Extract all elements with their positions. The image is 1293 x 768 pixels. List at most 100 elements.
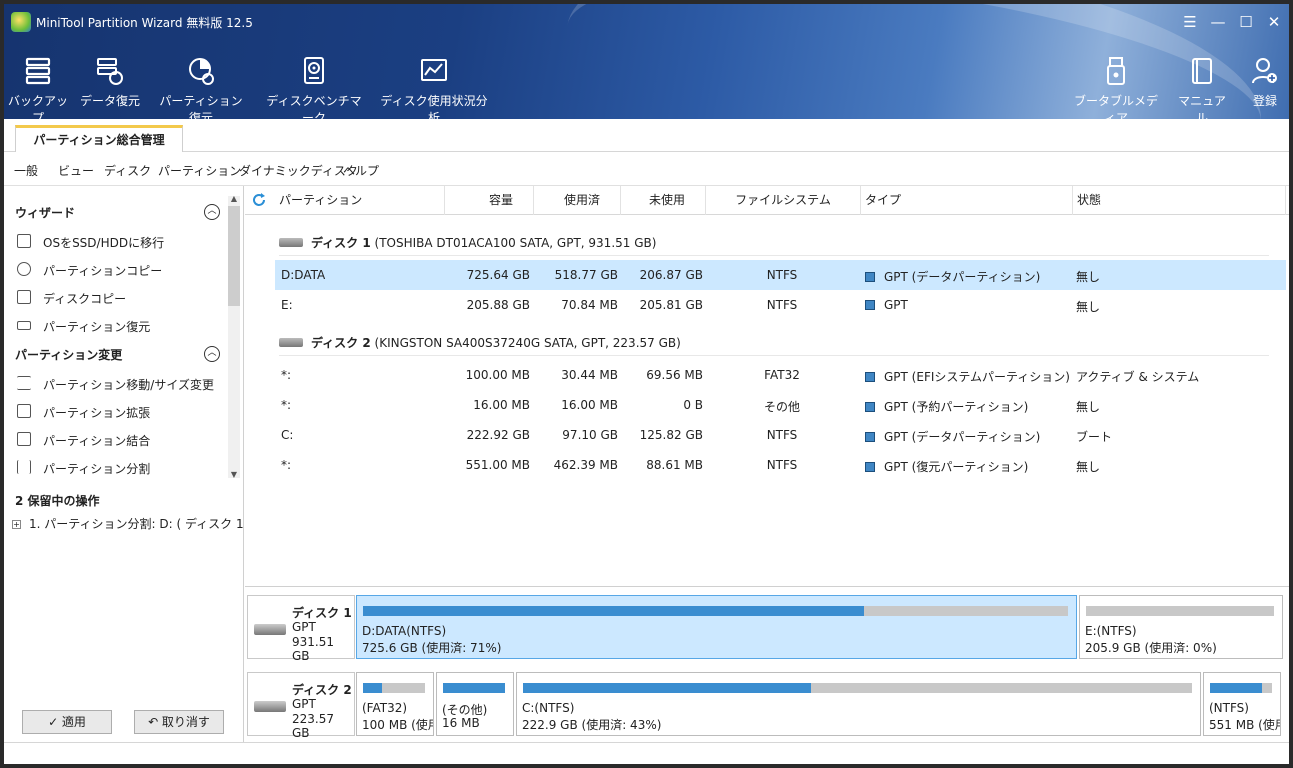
undo-button[interactable]: ↶ 取り消す [134,710,224,734]
usage-bar [1210,683,1272,693]
partition-block[interactable]: (NTFS) 551 MB (使用 [1203,672,1281,736]
usage-bar [523,683,1192,693]
tab-partition-management[interactable]: パーティション総合管理 [15,125,183,153]
menu-general[interactable]: 一般 [14,162,38,179]
table-row[interactable]: C: 222.92 GB 97.10 GB 125.82 GB NTFS GPT… [275,420,1286,450]
table-row[interactable]: E: 205.88 GB 70.84 MB 205.81 GB NTFS GPT… [275,290,1286,320]
header-used[interactable]: 使用済 [534,186,621,215]
disk-benchmark-icon [300,56,328,86]
header-type[interactable]: タイプ [861,186,1073,215]
menu-disk[interactable]: ディスク [104,162,151,179]
partition-block[interactable]: E:(NTFS) 205.9 GB (使用済: 0%) [1079,595,1283,659]
menu-dynamic-disk[interactable]: ダイナミックディスク [239,162,358,179]
bootable-media-button[interactable]: ブータブルメディア [1072,56,1160,126]
book-icon [1188,56,1216,86]
partition-type-icon [865,432,875,442]
hard-disk-icon [254,701,286,712]
header-status[interactable]: 状態 [1073,186,1286,215]
hard-disk-icon [279,238,303,247]
usage-bar [363,683,425,693]
usage-bar [1086,606,1274,616]
move-resize-icon [17,376,31,390]
partition-table: パーティション 容量 使用済 未使用 ファイルシステム タイプ 状態 ディスク … [245,186,1289,586]
usage-bar [443,683,505,693]
disk-map-disk-1[interactable]: ディスク 1 GPT 931.51 GB [247,595,355,663]
disk-map-disk-2[interactable]: ディスク 2 GPT 223.57 GB [247,672,355,740]
wizard-section-title: ウィザード [15,206,76,220]
partition-block[interactable]: C:(NTFS) 222.9 GB (使用済: 43%) [516,672,1201,736]
menu-view[interactable]: ビュー [58,162,94,179]
table-row[interactable]: *: 551.00 MB 462.39 MB 88.61 MB NTFS GPT… [275,450,1286,480]
merge-icon [17,432,31,446]
tab-strip: パーティション総合管理 [4,119,1289,153]
register-user-icon [1251,56,1279,86]
data-recovery-icon [96,56,124,86]
copy-disk-icon [17,290,31,304]
window-title: MiniTool Partition Wizard 無料版 12.5 [36,16,253,30]
register-button[interactable]: 登録 [1244,56,1286,109]
scroll-up-icon[interactable]: ▲ [228,194,240,203]
apply-button[interactable]: ✓ 適用 [22,710,112,734]
partition-block[interactable]: D:DATA(NTFS) 725.6 GB (使用済: 71%) [356,595,1077,659]
disk-row[interactable]: ディスク 2 (KINGSTON SA400S37240G SATA, GPT,… [245,326,1289,356]
partition-type-icon [865,272,875,282]
hard-disk-icon [279,338,303,347]
data-recovery-label: データ復元 [80,94,141,108]
header-filesystem[interactable]: ファイルシステム [706,186,861,215]
manual-button[interactable]: マニュアル [1174,56,1230,126]
scroll-down-icon[interactable]: ▼ [228,470,240,479]
table-header: パーティション 容量 使用済 未使用 ファイルシステム タイプ 状態 [245,186,1289,215]
copy-partition-icon [17,262,31,276]
data-recovery-button[interactable]: データ復元 [80,56,140,109]
usage-bar [363,606,1068,616]
table-row[interactable]: D:DATA 725.64 GB 518.77 GB 206.87 GB NTF… [275,260,1286,290]
disk-map: ディスク 1 GPT 931.51 GB D:DATA(NTFS) 725.6 … [245,586,1289,742]
refresh-icon[interactable] [251,192,267,208]
backup-icon [24,56,52,86]
header-unused[interactable]: 未使用 [621,186,706,215]
partition-recovery-button[interactable]: パーティション復元 [156,56,246,126]
table-row[interactable]: *: 16.00 MB 16.00 MB 0 B その他 GPT (予約パーティ… [275,390,1286,420]
title-bar: MiniTool Partition Wizard 無料版 12.5 ☰ — ☐… [4,4,1289,40]
disk-benchmark-button[interactable]: ディスクベンチマーク [266,56,362,126]
wizard-collapse-icon[interactable]: ︿ [204,204,220,220]
menu-help[interactable]: ヘルプ [343,162,379,179]
disk-row[interactable]: ディスク 1 (TOSHIBA DT01ACA100 SATA, GPT, 93… [245,226,1289,256]
close-button[interactable]: ✕ [1264,12,1284,32]
partition-type-icon [865,372,875,382]
app-logo-icon [11,12,31,32]
pending-operations-title: 2 保留中の操作 [15,494,100,508]
header-capacity[interactable]: 容量 [445,186,534,215]
migrate-os-icon [17,234,31,248]
register-label: 登録 [1252,94,1277,108]
status-bar [4,742,1289,764]
header-partition[interactable]: パーティション [275,186,445,215]
space-analyzer-button[interactable]: ディスク使用状況分析 [378,56,490,126]
table-row[interactable]: *: 100.00 MB 30.44 MB 69.56 MB FAT32 GPT… [275,360,1286,390]
expand-icon[interactable]: + [12,520,21,529]
usb-icon [1102,56,1130,86]
partition-type-icon [865,402,875,412]
extend-icon [17,404,31,418]
pending-operation-item[interactable]: +1. パーティション分割: D: ( ディスク 1 パー... [12,515,283,532]
menu-bar: 一般 ビュー ディスク パーティション ダイナミックディスク ヘルプ [4,152,1289,186]
partition-recovery-icon [187,56,215,86]
hamburger-menu-icon[interactable]: ☰ [1180,12,1200,32]
partition-type-icon [865,300,875,310]
change-section-title: パーティション変更 [15,348,123,362]
split-icon [17,460,31,474]
partition-block[interactable]: (FAT32) 100 MB (使用 [356,672,434,736]
menu-partition[interactable]: パーティション [158,162,241,179]
partition-recovery-small-icon [17,321,31,330]
space-analyzer-icon [420,56,448,86]
header-banner: MiniTool Partition Wizard 無料版 12.5 ☰ — ☐… [4,4,1289,232]
maximize-button[interactable]: ☐ [1236,12,1256,32]
partition-block[interactable]: (その他) 16 MB [436,672,514,736]
partition-type-icon [865,462,875,472]
minimize-button[interactable]: — [1208,12,1228,32]
change-collapse-icon[interactable]: ︿ [204,346,220,362]
hard-disk-icon [254,624,286,635]
sidebar-scroll-thumb[interactable] [228,206,240,306]
action-panel: ウィザード ︿ OSをSSD/HDDに移行 パーティションコピー ディスクコピー… [4,186,283,742]
backup-button[interactable]: バックアップ [8,56,68,126]
